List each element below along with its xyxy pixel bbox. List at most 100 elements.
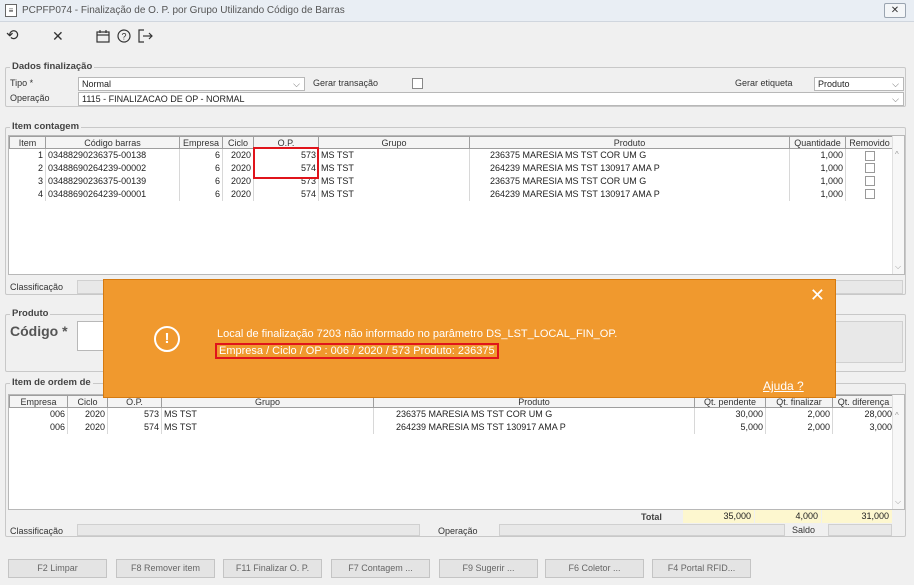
f9-sugerir-button[interactable]: F9 Sugerir ...	[439, 559, 538, 578]
title-bar: ≡ PCPFP074 - Finalização de O. P. por Gr…	[0, 0, 914, 22]
tipo-select[interactable]: Normal ⌵	[78, 77, 305, 91]
col-produto[interactable]: Produto	[469, 136, 790, 149]
help-icon[interactable]: ?	[117, 27, 131, 48]
svg-text:?: ?	[121, 32, 126, 42]
scroll-up-icon[interactable]: ^	[895, 411, 899, 420]
col-qt-diferenca[interactable]: Qt. diferença	[832, 395, 895, 408]
f11-finalizar-op-button[interactable]: F11 Finalizar O. P.	[223, 559, 322, 578]
total-label: Total	[641, 512, 662, 522]
gerar-etiqueta-value: Produto	[818, 79, 850, 89]
cell-empresa: 6	[179, 161, 223, 175]
cell-removido	[845, 148, 894, 162]
cell-quantidade: 1,000	[789, 161, 846, 175]
item-ordem-grid[interactable]: Empresa Ciclo O.P. Grupo Produto Qt. pen…	[8, 394, 905, 510]
calendar-icon[interactable]	[96, 27, 110, 48]
gerar-etiqueta-select[interactable]: Produto ⌵	[814, 77, 904, 91]
item-contagem-legend: Item contagem	[10, 121, 82, 132]
scroll-down-icon[interactable]: ⌵	[895, 262, 901, 272]
col-quantidade[interactable]: Quantidade	[789, 136, 846, 149]
cell-removido	[845, 187, 894, 201]
cell-qt-pendente: 5,000	[694, 420, 766, 434]
tipo-value: Normal	[82, 79, 112, 89]
item-contagem-grid[interactable]: Item Código barras Empresa Ciclo O.P. Gr…	[8, 135, 905, 275]
cell-produto: 236375 MARESIA MS TST COR UM G	[373, 407, 695, 421]
cell-grupo: MS TST	[318, 174, 470, 188]
chevron-down-icon: ⌵	[892, 94, 899, 104]
cell-item: 2	[9, 161, 46, 175]
item-contagem-scrollbar[interactable]: ^ ⌵	[892, 136, 904, 274]
item-ordem-legend: Item de ordem de	[10, 377, 93, 388]
cell-quantidade: 1,000	[789, 174, 846, 188]
cell-removido	[845, 174, 894, 188]
scroll-down-icon[interactable]: ⌵	[895, 497, 901, 507]
cell-produto: 264239 MARESIA MS TST 130917 AMA P	[469, 161, 790, 175]
cell-empresa: 006	[9, 420, 68, 434]
col-grupo[interactable]: Grupo	[318, 136, 470, 149]
help-link[interactable]: Ajuda ?	[763, 379, 804, 393]
item-ordem-scrollbar[interactable]: ^ ⌵	[892, 395, 904, 509]
close-icon[interactable]: ✕	[810, 285, 825, 305]
undo-icon[interactable]: ⟲	[6, 27, 19, 45]
removido-checkbox[interactable]	[864, 176, 875, 187]
cell-item: 3	[9, 174, 46, 188]
app-icon: ≡	[5, 4, 17, 17]
toast-detail: Empresa / Ciclo / OP : 006 / 2020 / 573 …	[215, 343, 499, 359]
cell-grupo: MS TST	[318, 161, 470, 175]
table-row[interactable]: 2 03488690264239-00002 6 2020 574 MS TST…	[9, 161, 894, 175]
table-row[interactable]: 006 2020 574 MS TST 264239 MARESIA MS TS…	[9, 420, 895, 434]
f8-remover-item-button[interactable]: F8 Remover item	[116, 559, 215, 578]
window-close-button[interactable]: ✕	[884, 3, 906, 18]
cancel-icon[interactable]: ✕	[52, 27, 64, 45]
chevron-down-icon: ⌵	[892, 79, 899, 89]
item-ordem-classificacao-field[interactable]	[77, 524, 420, 536]
col-item[interactable]: Item	[9, 136, 46, 149]
gerar-transacao-label: Gerar transação	[313, 78, 379, 88]
total-pendente: 35,000	[683, 510, 754, 523]
cell-grupo: MS TST	[161, 407, 374, 421]
cell-empresa: 6	[179, 148, 223, 162]
operacao-select[interactable]: 1115 - FINALIZACAO DE OP - NORMAL ⌵	[78, 92, 904, 106]
item-ordem-operacao-label: Operação	[438, 526, 478, 536]
gerar-transacao-checkbox[interactable]	[412, 78, 423, 89]
cell-ciclo: 2020	[67, 407, 108, 421]
item-ordem-operacao-field[interactable]	[499, 524, 785, 536]
exit-icon[interactable]	[138, 27, 154, 48]
cell-item: 4	[9, 187, 46, 201]
cell-ciclo: 2020	[222, 187, 254, 201]
error-toast: ✕ ! Local de finalização 7203 não inform…	[103, 279, 836, 398]
cell-codigo-barras: 03488690264239-00002	[45, 161, 180, 175]
cell-ciclo: 2020	[67, 420, 108, 434]
cell-empresa: 6	[179, 187, 223, 201]
f7-contagem-button[interactable]: F7 Contagem ...	[331, 559, 430, 578]
cell-ciclo: 2020	[222, 161, 254, 175]
col-empresa[interactable]: Empresa	[9, 395, 68, 408]
operacao-label: Operação	[10, 93, 50, 103]
table-row[interactable]: 3 03488290236375-00139 6 2020 573 MS TST…	[9, 174, 894, 188]
op-highlight-box	[253, 147, 319, 179]
table-row[interactable]: 4 03488690264239-00001 6 2020 574 MS TST…	[9, 187, 894, 201]
col-empresa[interactable]: Empresa	[179, 136, 223, 149]
cell-produto: 264239 MARESIA MS TST 130917 AMA P	[469, 187, 790, 201]
col-codigo-barras[interactable]: Código barras	[45, 136, 180, 149]
table-row[interactable]: 006 2020 573 MS TST 236375 MARESIA MS TS…	[9, 407, 895, 421]
col-removido[interactable]: Removido	[845, 136, 894, 149]
f2-limpar-button[interactable]: F2 Limpar	[8, 559, 107, 578]
f4-portal-rfid-button[interactable]: F4 Portal RFID...	[652, 559, 751, 578]
removido-checkbox[interactable]	[864, 189, 875, 200]
col-ciclo[interactable]: Ciclo	[67, 395, 108, 408]
scroll-up-icon[interactable]: ^	[895, 150, 899, 159]
toast-message: Local de finalização 7203 não informado …	[217, 328, 618, 340]
cell-qt-diferenca: 3,000	[832, 420, 895, 434]
table-row[interactable]: 1 03488290236375-00138 6 2020 573 MS TST…	[9, 148, 894, 162]
cell-op: 574	[253, 187, 319, 201]
saldo-field	[828, 524, 892, 536]
col-ciclo[interactable]: Ciclo	[222, 136, 254, 149]
cell-qt-pendente: 30,000	[694, 407, 766, 421]
removido-checkbox[interactable]	[864, 163, 875, 174]
cell-item: 1	[9, 148, 46, 162]
f6-coletor-button[interactable]: F6 Coletor ...	[545, 559, 644, 578]
cell-qt-diferenca: 28,000	[832, 407, 895, 421]
removido-checkbox[interactable]	[864, 150, 875, 161]
cell-produto: 264239 MARESIA MS TST 130917 AMA P	[373, 420, 695, 434]
toolbar: ⟲ ✕ ?	[0, 22, 914, 50]
